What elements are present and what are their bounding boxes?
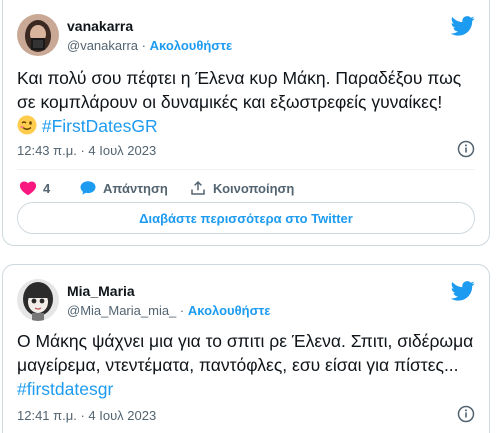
winking-face-emoji-icon bbox=[17, 115, 37, 135]
tweet-text: Και πολύ σου πέφτει η Έλενα κυρ Μάκη. Πα… bbox=[17, 66, 475, 138]
twitter-bird-icon[interactable] bbox=[451, 16, 475, 36]
info-icon[interactable] bbox=[457, 140, 475, 158]
separator: · bbox=[179, 303, 185, 318]
info-icon[interactable] bbox=[457, 405, 475, 423]
twitter-bird-icon[interactable] bbox=[451, 281, 475, 301]
reply-label: Απάντηση bbox=[103, 180, 168, 196]
reply-bubble-icon bbox=[80, 181, 96, 195]
hashtag-link[interactable]: #FirstDatesGR bbox=[42, 116, 158, 136]
divider bbox=[17, 169, 475, 170]
follow-button[interactable]: Ακολουθήστε bbox=[150, 38, 233, 53]
tweet-card-1: vanakarra @vanakarra · Ακολουθήστε Και π… bbox=[2, 0, 490, 246]
tweet-body: Και πολύ σου πέφτει η Έλενα κυρ Μάκη. Πα… bbox=[17, 68, 462, 112]
share-label: Κοινοποίηση bbox=[213, 180, 295, 196]
like-button[interactable]: 4 bbox=[19, 178, 50, 198]
tweet-card-2: Mia_Maria @Mia_Maria_mia_ · Ακολουθήστε … bbox=[2, 264, 490, 433]
tweet-text: Ο Μάκης ψάχνει μια για το σπιτι ρε Έλενα… bbox=[17, 329, 475, 401]
hashtag-link[interactable]: #firstdatesgr bbox=[17, 379, 113, 399]
display-name[interactable]: vanakarra bbox=[67, 18, 133, 34]
tweet-actions: 4 Απάντηση Κοινοποίηση bbox=[19, 178, 475, 198]
share-button[interactable]: Κοινοποίηση bbox=[189, 178, 294, 198]
avatar[interactable] bbox=[17, 14, 59, 56]
handle[interactable]: @vanakarra bbox=[67, 38, 138, 53]
timestamp[interactable]: 12:41 π.μ. · 4 Ιουλ 2023 bbox=[17, 408, 156, 423]
tweet-body: Ο Μάκης ψάχνει μια για το σπιτι ρε Έλενα… bbox=[17, 331, 474, 375]
display-name[interactable]: Mia_Maria bbox=[67, 283, 135, 299]
follow-button[interactable]: Ακολουθήστε bbox=[188, 303, 271, 318]
timestamp[interactable]: 12:43 π.μ. · 4 Ιουλ 2023 bbox=[17, 143, 156, 158]
read-more-button[interactable]: Διαβάστε περισσότερα στο Twitter bbox=[17, 202, 475, 234]
like-count: 4 bbox=[43, 180, 51, 196]
handle-line: @Mia_Maria_mia_ · Ακολουθήστε bbox=[67, 303, 270, 318]
reply-button[interactable]: Απάντηση bbox=[79, 178, 168, 198]
tweet-header: Mia_Maria @Mia_Maria_mia_ · Ακολουθήστε bbox=[17, 279, 475, 323]
separator: · bbox=[141, 38, 146, 53]
handle[interactable]: @Mia_Maria_mia_ bbox=[67, 303, 176, 318]
share-icon bbox=[191, 180, 205, 195]
handle-line: @vanakarra · Ακολουθήστε bbox=[67, 38, 232, 53]
avatar[interactable] bbox=[17, 279, 59, 321]
heart-icon bbox=[19, 181, 37, 196]
tweet-header: vanakarra @vanakarra · Ακολουθήστε bbox=[17, 14, 475, 58]
